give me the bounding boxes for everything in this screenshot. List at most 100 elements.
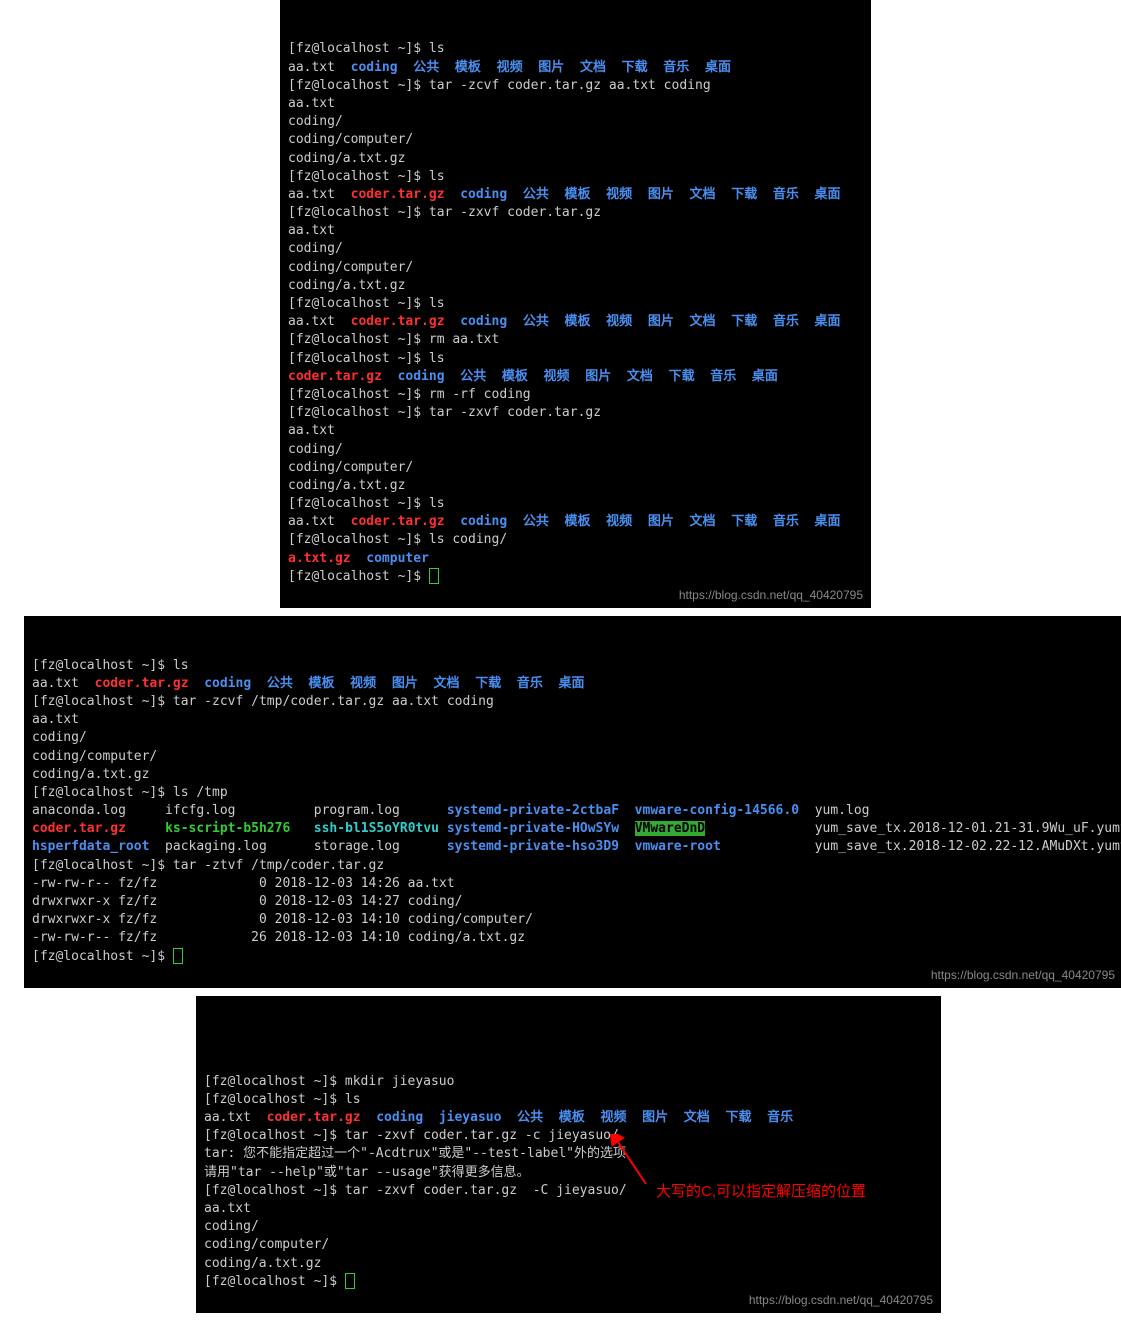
text-segment: [674, 314, 690, 329]
text-segment: yum_save_tx.2018-12-01.21-31.9Wu_uF.yumt…: [705, 821, 1121, 836]
text-segment: 公共: [267, 676, 293, 691]
text-segment: [507, 187, 523, 202]
text-segment: [648, 60, 664, 75]
terminal-line: [fz@localhost ~]$ ls /tmp: [32, 784, 1115, 802]
terminal-line: coding/a.txt.gz: [204, 1255, 933, 1273]
text-segment: 音乐: [773, 314, 799, 329]
text-segment: [fz@localhost ~]$: [204, 1274, 345, 1289]
text-segment: 音乐: [710, 369, 736, 384]
text-segment: [fz@localhost ~]$ ls: [288, 351, 445, 366]
text-segment: [fz@localhost ~]$ ls: [288, 41, 445, 56]
text-segment: 文档: [690, 187, 716, 202]
text-segment: drwxrwxr-x fz/fz 0 2018-12-03 14:10 codi…: [32, 912, 533, 927]
terminal-line: -rw-rw-r-- fz/fz 0 2018-12-03 14:26 aa.t…: [32, 875, 1115, 893]
text-segment: computer: [366, 551, 429, 566]
terminal-block-1[interactable]: [fz@localhost ~]$ lsaa.txt coding 公共 模板 …: [280, 0, 871, 608]
text-segment: yum.log: [799, 803, 869, 818]
text-segment: [445, 514, 461, 529]
text-segment: [653, 369, 669, 384]
text-segment: [716, 514, 732, 529]
text-segment: 公共: [517, 1110, 543, 1125]
terminal-line: [fz@localhost ~]$ ls: [204, 1091, 933, 1109]
cursor-icon: [345, 1273, 355, 1289]
text-segment: [710, 1110, 726, 1125]
terminal-line: coding/: [288, 441, 863, 459]
text-segment: [689, 60, 705, 75]
text-segment: 公共: [523, 187, 549, 202]
text-segment: [fz@localhost ~]$ tar -zxvf coder.tar.gz…: [204, 1128, 619, 1143]
text-segment: 图片: [648, 514, 674, 529]
text-segment: 音乐: [663, 60, 689, 75]
text-segment: [626, 1110, 642, 1125]
text-segment: [523, 60, 539, 75]
text-segment: [632, 187, 648, 202]
text-segment: 文档: [627, 369, 653, 384]
text-segment: aa.txt: [288, 423, 335, 438]
text-segment: 文档: [580, 60, 606, 75]
terminal-block-3[interactable]: 大写的C,可以指定解压缩的位置 [fz@localhost ~]$ mkdir …: [196, 996, 941, 1313]
text-segment: [549, 514, 565, 529]
text-segment: [564, 60, 580, 75]
text-segment: [460, 676, 476, 691]
terminal-line: coding/: [32, 729, 1115, 747]
terminal-line: [fz@localhost ~]$ tar -zxvf coder.tar.gz: [288, 204, 863, 222]
text-segment: 模板: [565, 187, 591, 202]
text-segment: aa.txt: [288, 223, 335, 238]
terminal-line: -rw-rw-r-- fz/fz 26 2018-12-03 14:10 cod…: [32, 929, 1115, 947]
text-segment: [382, 369, 398, 384]
terminal-line: aa.txt coder.tar.gz coding 公共 模板 视频 图片 文…: [288, 313, 863, 331]
text-segment: [fz@localhost ~]$ rm -rf coding: [288, 387, 531, 402]
text-segment: coding/computer/: [288, 260, 413, 275]
terminal-line: coding/: [288, 240, 863, 258]
text-segment: [695, 369, 711, 384]
text-segment: ks-script-b5h276: [165, 821, 290, 836]
text-segment: 公共: [523, 314, 549, 329]
text-segment: 视频: [497, 60, 523, 75]
text-segment: ssh-bl1S5oYR0tvu: [314, 821, 439, 836]
text-segment: [549, 314, 565, 329]
terminal-block-2[interactable]: [fz@localhost ~]$ lsaa.txt coder.tar.gz …: [24, 616, 1121, 988]
terminal-line: [fz@localhost ~]$: [204, 1273, 933, 1291]
terminal-line: [fz@localhost ~]$ tar -zxvf coder.tar.gz…: [204, 1127, 933, 1145]
terminal-line: a.txt.gz computer: [288, 550, 863, 568]
terminal-line: coding/a.txt.gz: [288, 150, 863, 168]
text-segment: [fz@localhost ~]$ ls: [288, 496, 445, 511]
text-segment: 视频: [606, 314, 632, 329]
text-segment: coding: [204, 676, 251, 691]
text-segment: [619, 821, 635, 836]
text-segment: [619, 839, 635, 854]
text-segment: [376, 676, 392, 691]
terminal-line: coding/computer/: [288, 259, 863, 277]
text-segment: coding: [460, 187, 507, 202]
text-segment: coding: [398, 369, 445, 384]
text-segment: 桌面: [559, 676, 585, 691]
terminal-line: coding/computer/: [32, 748, 1115, 766]
text-segment: [439, 821, 447, 836]
text-segment: drwxrwxr-x fz/fz 0 2018-12-03 14:27 codi…: [32, 894, 462, 909]
text-segment: 图片: [648, 314, 674, 329]
text-segment: [418, 676, 434, 691]
text-segment: [507, 514, 523, 529]
text-segment: coding/a.txt.gz: [32, 767, 149, 782]
text-segment: 视频: [606, 187, 632, 202]
text-segment: 公共: [460, 369, 486, 384]
text-segment: coding/: [288, 241, 343, 256]
text-segment: 桌面: [815, 314, 841, 329]
terminal-line: [fz@localhost ~]$ ls: [288, 40, 863, 58]
text-segment: 下载: [622, 60, 648, 75]
terminal-line: aa.txt: [204, 1200, 933, 1218]
text-segment: [528, 369, 544, 384]
text-segment: [fz@localhost ~]$ tar -zxvf coder.tar.gz: [288, 405, 601, 420]
text-segment: coding/a.txt.gz: [204, 1256, 321, 1271]
text-segment: 音乐: [773, 514, 799, 529]
terminal-line: [fz@localhost ~]$ ls coding/: [288, 531, 863, 549]
text-segment: aa.txt: [32, 712, 79, 727]
terminal-line: drwxrwxr-x fz/fz 0 2018-12-03 14:27 codi…: [32, 893, 1115, 911]
terminal-line: aa.txt: [288, 222, 863, 240]
text-segment: [fz@localhost ~]$ tar -zxvf coder.tar.gz…: [204, 1183, 627, 1198]
text-segment: [fz@localhost ~]$ ls: [288, 169, 445, 184]
text-segment: 音乐: [767, 1110, 793, 1125]
text-segment: [fz@localhost ~]$ ls coding/: [288, 532, 507, 547]
text-segment: yum_save_tx.2018-12-02.22-12.AMuDXt.yumt…: [721, 839, 1121, 854]
text-segment: [293, 676, 309, 691]
